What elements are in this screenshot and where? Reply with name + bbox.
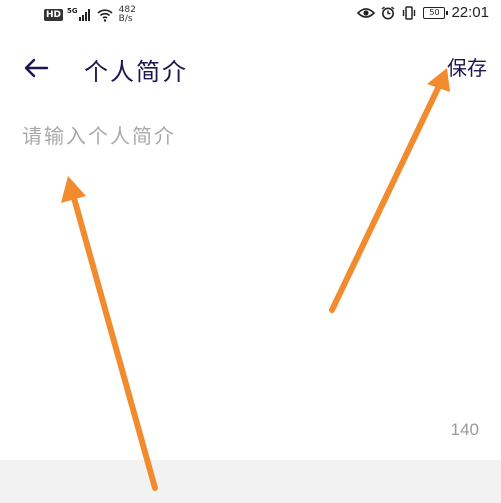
bottom-panel (0, 460, 501, 503)
page-title: 个人简介 (84, 58, 188, 86)
bio-input[interactable] (20, 118, 484, 412)
status-bar: HD 5G 482 B/s 50 22:01 (0, 0, 501, 28)
eye-icon (357, 7, 376, 18)
network-speed: 482 B/s (119, 6, 136, 24)
toolbar: 个人简介 保存 (0, 40, 501, 96)
alarm-icon (382, 5, 395, 19)
back-arrow-icon[interactable] (20, 52, 52, 84)
speed-unit: B/s (118, 14, 133, 24)
battery-icon: 50 (423, 6, 449, 19)
clock: 22:01 (451, 4, 489, 21)
save-button[interactable]: 保存 (447, 52, 487, 81)
network-type: 5G (67, 7, 78, 15)
signal-icon (78, 9, 91, 21)
hd-badge: HD (44, 9, 64, 21)
battery-level: 50 (429, 7, 440, 17)
char-counter: 140 (450, 420, 479, 439)
status-right: 50 22:01 (357, 4, 489, 21)
status-left: HD 5G 482 B/s (44, 6, 136, 24)
wifi-icon (97, 9, 113, 22)
vibrate-icon (403, 5, 416, 20)
